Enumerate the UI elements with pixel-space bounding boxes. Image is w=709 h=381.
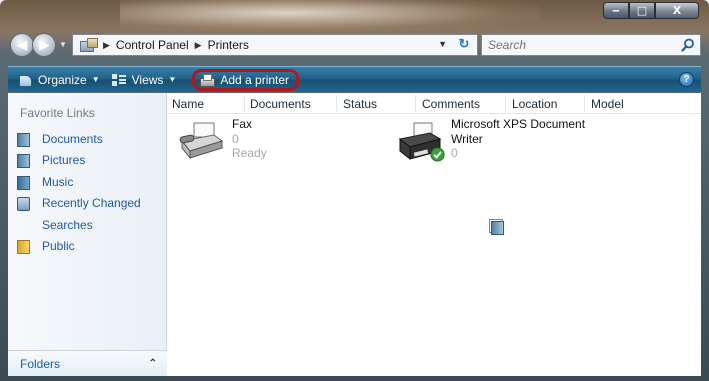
views-button[interactable]: Views ▼ — [106, 67, 183, 93]
help-button[interactable]: ? — [679, 72, 694, 87]
breadcrumb-separator-icon[interactable]: ▶ — [195, 40, 202, 51]
printer-document-count: 0 — [451, 146, 458, 160]
address-dropdown-icon[interactable]: ▼ — [438, 39, 447, 49]
folders-label: Folders — [20, 356, 61, 371]
column-divider[interactable] — [415, 95, 416, 112]
music-icon — [16, 175, 30, 190]
column-divider[interactable] — [244, 95, 245, 112]
chevron-down-icon: ▼ — [168, 75, 177, 84]
organize-icon — [18, 73, 32, 87]
minimize-button[interactable]: ‒ — [603, 2, 629, 19]
pictures-icon — [16, 153, 30, 169]
search-input[interactable] — [488, 38, 668, 52]
favorite-links-list: Documents Pictures Music Recently Change… — [12, 128, 504, 258]
sidebar-item-label: Music — [42, 174, 74, 189]
close-button[interactable]: X — [655, 2, 699, 19]
add-printer-icon — [200, 73, 216, 87]
column-header-documents[interactable]: Documents — [250, 97, 311, 111]
breadcrumb-separator-icon[interactable]: ▶ — [103, 40, 110, 51]
printer-item-xps-writer[interactable]: Microsoft XPS Document Writer 0 — [168, 115, 588, 171]
organize-button[interactable]: Organize ▼ — [12, 67, 106, 93]
views-icon — [111, 73, 126, 87]
refresh-button[interactable]: ↻ — [452, 33, 476, 55]
column-header-comments[interactable]: Comments — [422, 97, 480, 111]
folders-toggle[interactable]: Folders ⌃ — [8, 350, 167, 376]
printers-list: Fax 0 Ready Microsoft XPS Document Write… — [168, 115, 701, 355]
sidebar-item-documents[interactable]: Documents — [12, 128, 141, 150]
sidebar-item-public[interactable]: Public — [12, 236, 141, 258]
navigation-pane: Favorite Links Documents Pictures Music … — [8, 93, 504, 376]
sidebar-item-music[interactable]: Music — [12, 171, 141, 193]
printer-name-line-2: Writer — [451, 131, 483, 146]
sidebar-item-recently-changed[interactable]: Recently Changed — [12, 193, 141, 215]
sidebar-item-label: Documents — [42, 131, 103, 146]
address-bar[interactable]: ▶ Control Panel ▶ Printers ▼ — [72, 34, 478, 56]
column-divider[interactable] — [505, 95, 506, 112]
recent-pages-dropdown[interactable]: ▼ — [59, 40, 67, 49]
column-header-status[interactable]: Status — [343, 97, 377, 111]
forward-button[interactable]: ▶ — [32, 33, 56, 57]
add-printer-label: Add a printer — [220, 72, 290, 87]
default-printer-check-icon — [430, 147, 445, 162]
column-headers: Name Documents Status Comments Location … — [168, 93, 701, 114]
caption-buttons: ‒ □ X — [603, 2, 699, 19]
chevron-down-icon: ▼ — [91, 75, 100, 84]
organize-label: Organize — [38, 72, 87, 87]
public-folder-icon — [16, 239, 30, 255]
maximize-button[interactable]: □ — [629, 2, 655, 19]
breadcrumb-control-panel[interactable]: Control Panel — [116, 38, 189, 52]
column-header-model[interactable]: Model — [591, 97, 624, 111]
sidebar-item-pictures[interactable]: Pictures — [12, 150, 141, 172]
add-printer-button[interactable]: Add a printer — [192, 68, 300, 91]
sidebar-item-label: Recently Changed — [42, 196, 141, 211]
search-icon[interactable] — [681, 38, 695, 52]
favorite-links-heading: Favorite Links — [20, 106, 95, 120]
refresh-icon: ↻ — [458, 36, 470, 51]
chevron-up-icon: ⌃ — [148, 358, 157, 369]
navigation-bar: ◀ ▶ ▼ ▶ Control Panel ▶ Printers ▼ ↻ — [8, 33, 701, 57]
column-header-location[interactable]: Location — [512, 97, 557, 111]
breadcrumb-printers[interactable]: Printers — [208, 38, 249, 52]
documents-icon — [16, 132, 30, 147]
sidebar-item-label: Public — [42, 239, 75, 254]
sidebar-item-label: Pictures — [42, 153, 86, 168]
command-toolbar: Organize ▼ Views ▼ Add a printer ? — [8, 66, 701, 92]
control-panel-icon — [79, 38, 98, 52]
printer-item-text: Microsoft XPS Document Writer 0 — [451, 117, 585, 161]
window-frame: ‒ □ X ◀ ▶ ▼ ▶ Control Panel ▶ Printers ▼… — [0, 0, 709, 381]
sidebar-item-searches[interactable]: Searches — [12, 214, 504, 236]
printer-name-line-1: Microsoft XPS Document — [451, 117, 586, 131]
views-label: Views — [131, 72, 164, 87]
column-divider[interactable] — [336, 95, 337, 112]
search-box[interactable] — [481, 34, 701, 56]
sidebar-item-label: Searches — [42, 217, 93, 232]
column-header-name[interactable]: Name — [172, 97, 204, 111]
recently-changed-icon — [16, 196, 30, 212]
column-divider[interactable] — [584, 95, 585, 112]
back-button[interactable]: ◀ — [10, 33, 34, 57]
explorer-content: Favorite Links Documents Pictures Music … — [8, 93, 701, 376]
